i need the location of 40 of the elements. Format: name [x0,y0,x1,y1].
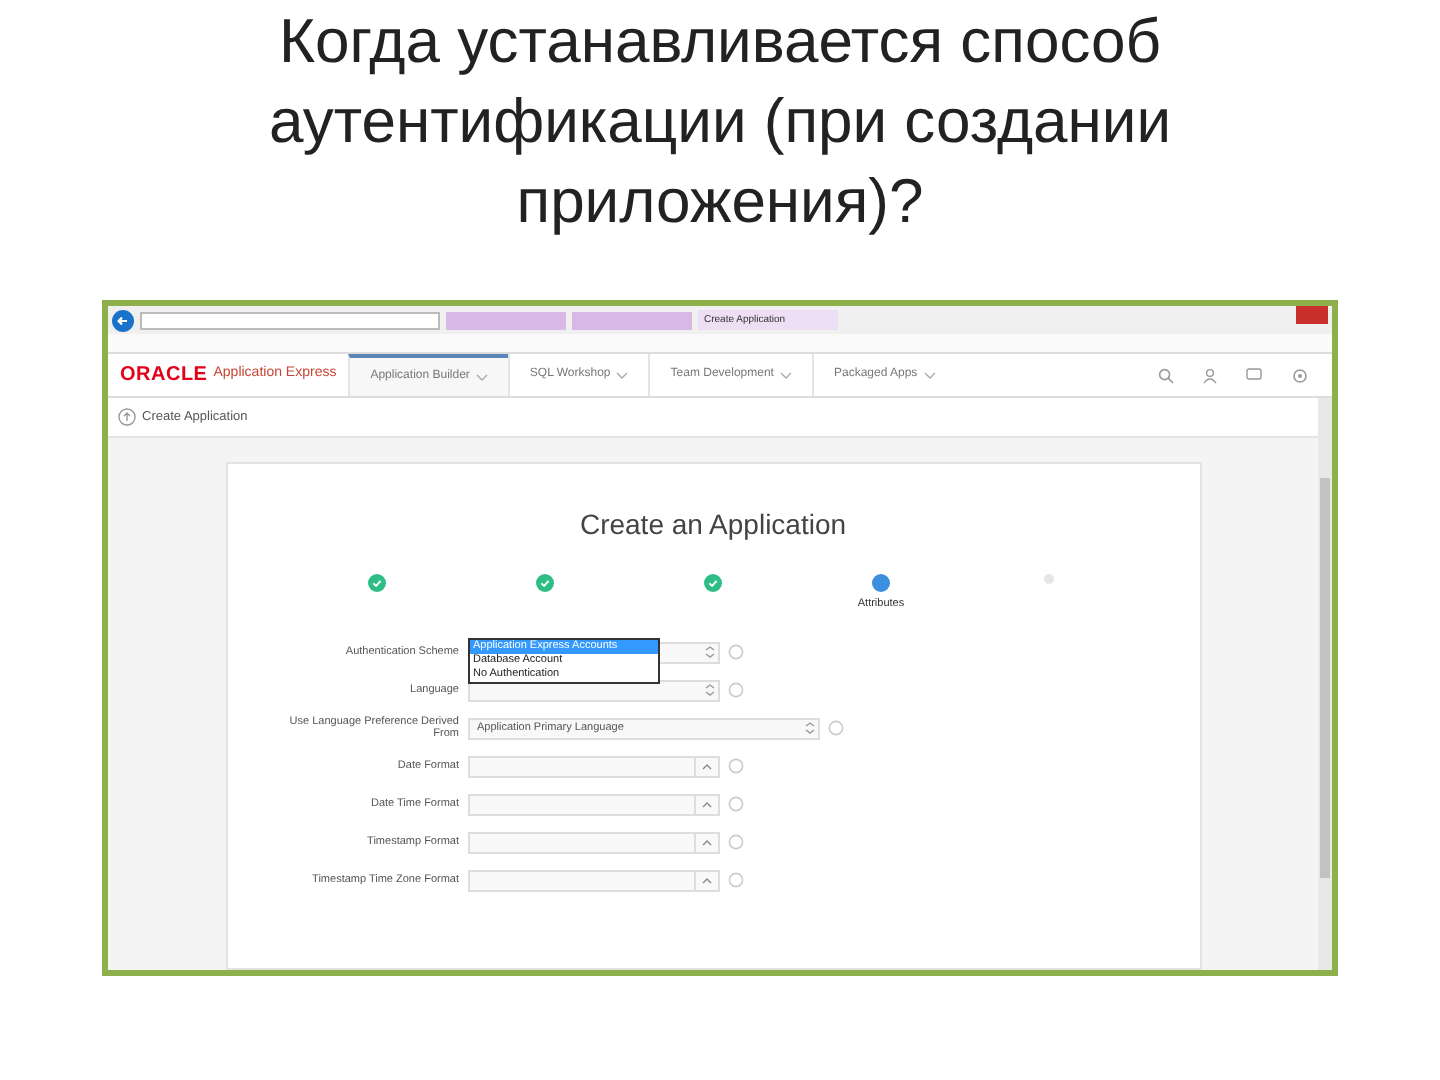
slide-title: Когда устанавливается способ аутентификации (при создании приложения)? [266,4,1174,240]
chevron-down-icon [923,371,936,379]
caret-icon [693,757,717,775]
chevron-down-icon [779,371,792,379]
combo-field[interactable] [467,793,719,815]
help-icon[interactable] [727,834,743,850]
browser-tab[interactable] [446,311,566,329]
search-icon[interactable] [1158,367,1174,383]
caret-icon [693,871,717,889]
combo-field[interactable] [467,755,719,777]
check-dot-icon [368,574,386,592]
oracle-logo: ORACLE [120,362,208,390]
combo-field[interactable] [467,869,719,891]
caret-icon [693,795,717,813]
help-icon[interactable] [727,682,743,698]
scrollbar-thumb[interactable] [1320,478,1330,878]
help-icon[interactable] [727,872,743,888]
check-dot-icon [704,574,722,592]
caret-icon [693,833,717,851]
chevron-down-icon [616,371,629,379]
browser-tab[interactable] [572,311,692,329]
step-dot-icon [872,574,890,592]
help-icon[interactable] [827,720,843,736]
wizard-title: Create an Application [579,506,847,544]
updown-icon [701,644,717,660]
close-window-button[interactable] [1296,306,1328,324]
updown-icon [801,720,817,736]
help-icon[interactable] [727,644,743,660]
help-icon[interactable] [727,796,743,812]
step-dot-icon [1044,574,1054,584]
help-icon[interactable] [727,758,743,774]
settings-icon[interactable] [1292,367,1308,383]
chevron-down-icon [475,373,488,381]
chat-icon[interactable] [1246,367,1264,383]
check-dot-icon [536,574,554,592]
back-icon[interactable] [112,309,134,331]
combo-field[interactable] [467,831,719,853]
updown-icon [701,682,717,698]
person-icon[interactable] [1202,367,1218,383]
up-arrow-icon[interactable] [118,408,136,426]
